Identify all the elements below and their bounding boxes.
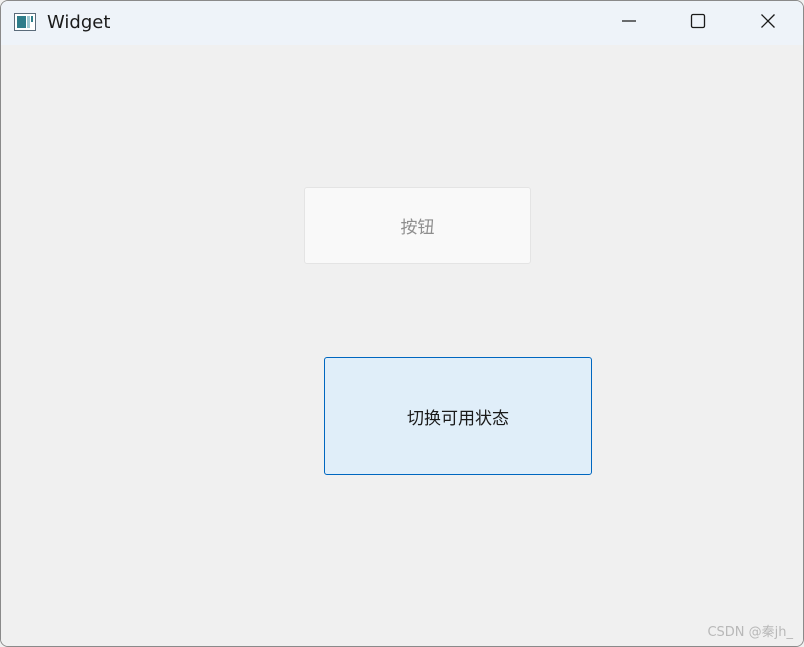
- disabled-button-label: 按钮: [400, 218, 435, 238]
- title-bar[interactable]: Widget: [1, 1, 803, 45]
- disabled-button: 按钮: [304, 187, 531, 264]
- toggle-button-label: 切换可用状态: [407, 408, 509, 429]
- close-button[interactable]: [745, 1, 791, 45]
- toggle-enabled-button[interactable]: 切换可用状态: [324, 357, 592, 475]
- client-area: 按钮 切换可用状态 CSDN @秦jh_: [1, 45, 803, 646]
- maximize-button[interactable]: [675, 1, 721, 45]
- window-title: Widget: [47, 12, 111, 33]
- close-icon: [760, 13, 776, 33]
- watermark: CSDN @秦jh_: [707, 625, 793, 640]
- maximize-icon: [690, 13, 706, 33]
- app-window: Widget 按钮 切换可用状态 CSDN @秦jh_: [0, 0, 804, 647]
- app-icon: [14, 13, 36, 31]
- minimize-button[interactable]: [606, 1, 652, 45]
- minimize-icon: [621, 13, 637, 33]
